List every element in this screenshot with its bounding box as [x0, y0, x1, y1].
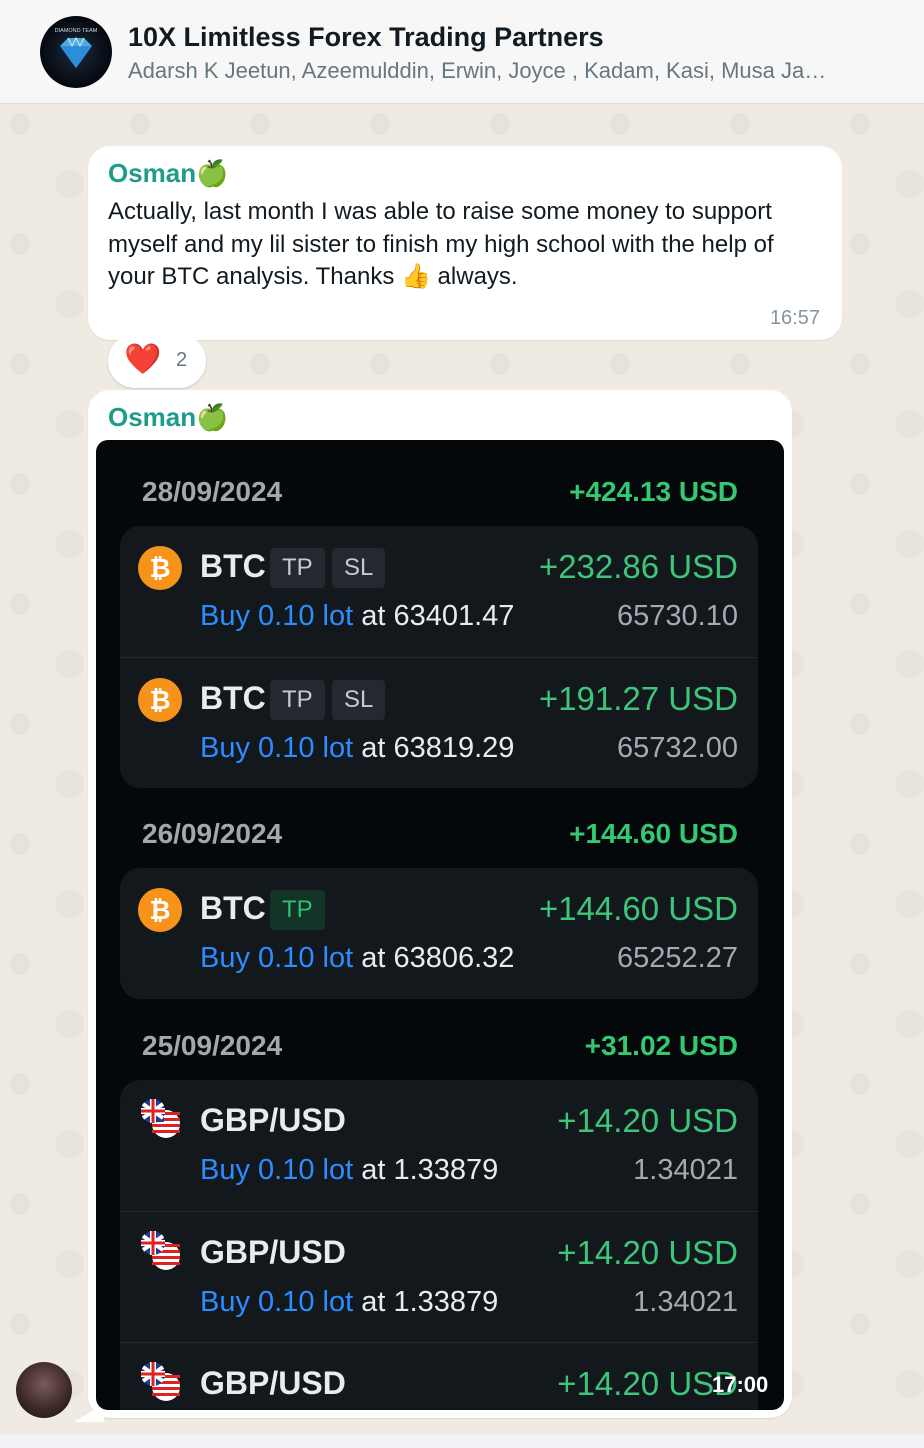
message-bubble[interactable]: Osman🍏 Actually, last month I was able t… — [88, 146, 842, 340]
trade-price: 65732.00 — [617, 732, 738, 764]
group-avatar[interactable]: DIAMOND TEAM — [40, 16, 112, 88]
message-time: 17:00 — [712, 1372, 769, 1397]
trade-card: ₿ BTC TP +144.60 USD Buy 0.10 lot at 638… — [120, 868, 758, 999]
tp-tag: TP — [270, 680, 325, 720]
sl-tag: SL — [332, 680, 386, 720]
order-entry: at 63401.47 — [361, 600, 515, 632]
trade-price: 65252.27 — [617, 942, 738, 974]
group-title: 10X Limitless Forex Trading Partners — [128, 22, 604, 52]
trade-symbol: GBP/USD — [200, 1365, 346, 1401]
bitcoin-icon: ₿ — [138, 546, 182, 590]
trade-price: 1.34021 — [633, 1154, 738, 1186]
trade-order: Buy 0.10 lot at 1.33879 — [200, 1154, 498, 1187]
trade-pnl: +14.20 USD — [557, 1365, 738, 1402]
reaction-badge[interactable]: ❤️ 2 — [108, 334, 206, 388]
sl-tag: SL — [332, 548, 386, 588]
trade-symbol: BTC — [200, 548, 266, 584]
trade-order: Buy 0.10 lot at 63806.32 — [200, 942, 514, 975]
uk-us-flag-icon — [141, 1099, 180, 1138]
trade-card: ₿ BTC TP SL +232.86 USD Buy 0.10 lot at … — [120, 526, 758, 788]
heart-icon: ❤️ — [124, 343, 162, 376]
day-total: +144.60 USD — [569, 818, 738, 849]
trade-symbol: GBP/USD — [200, 1234, 346, 1270]
order-entry: at 1.33879 — [361, 1286, 499, 1318]
sender-name[interactable]: Osman🍏 — [108, 158, 229, 189]
order-entry: at 63806.32 — [361, 942, 515, 974]
apple-icon: 🍏 — [196, 402, 229, 432]
order-side: Buy 0.10 lot — [200, 1286, 354, 1318]
order-entry: at 63819.29 — [361, 732, 515, 764]
trade-symbol: BTC — [200, 680, 266, 716]
trade-pnl: +144.60 USD — [538, 890, 738, 927]
uk-us-flag-icon — [141, 1362, 180, 1401]
trade-symbol: BTC — [200, 890, 266, 926]
order-entry: at 1.33879 — [361, 1154, 499, 1186]
trade-row: GBP/USD +14.20 USD — [120, 1342, 758, 1410]
trade-card: GBP/USD +14.20 USD Buy 0.10 lot at 1.338… — [120, 1080, 758, 1410]
trade-price: 65730.10 — [617, 600, 738, 632]
bitcoin-icon: ₿ — [138, 888, 182, 932]
reaction-count: 2 — [176, 349, 188, 371]
trade-pnl: +232.86 USD — [538, 548, 738, 585]
trade-history-image[interactable]: 28/09/2024 +424.13 USD ₿ BTC TP SL +232.… — [96, 440, 784, 1410]
trade-row: ₿ BTC TP SL +191.27 USD Buy 0.10 lot at … — [120, 657, 758, 788]
day-date: 26/09/2024 — [142, 818, 283, 849]
day-total: +424.13 USD — [569, 476, 738, 507]
footer-bar — [0, 1434, 924, 1448]
trade-pnl: +14.20 USD — [557, 1234, 738, 1271]
trade-order: Buy 0.10 lot at 63401.47 — [200, 600, 514, 633]
message-time: 16:57 — [769, 307, 820, 329]
day-header: 25/09/2024 +31.02 USD — [142, 1030, 738, 1070]
sender-avatar[interactable] — [16, 1362, 72, 1418]
trade-pnl: +191.27 USD — [538, 680, 738, 717]
order-side: Buy 0.10 lot — [200, 942, 354, 974]
bitcoin-icon: ₿ — [138, 678, 182, 722]
day-header: 28/09/2024 +424.13 USD — [142, 476, 738, 516]
order-side: Buy 0.10 lot — [200, 1154, 354, 1186]
day-total: +31.02 USD — [584, 1030, 738, 1061]
order-side: Buy 0.10 lot — [200, 600, 354, 632]
day-header: 26/09/2024 +144.60 USD — [142, 818, 738, 858]
trade-price: 1.34021 — [633, 1286, 738, 1318]
avatar-text: DIAMOND TEAM — [55, 28, 98, 34]
group-members: Adarsh K Jeetun, Azeemulddin, Erwin, Joy… — [128, 58, 827, 83]
day-date: 25/09/2024 — [142, 1030, 283, 1061]
chat-header[interactable]: DIAMOND TEAM 10X Limitless Forex Trading… — [0, 0, 924, 104]
tp-tag: TP — [270, 548, 325, 588]
trade-symbol: GBP/USD — [200, 1102, 346, 1138]
message-text: Actually, last month I was able to raise… — [108, 198, 774, 290]
trade-row: GBP/USD +14.20 USD Buy 0.10 lot at 1.338… — [120, 1080, 758, 1211]
day-date: 28/09/2024 — [142, 476, 283, 507]
trade-order: Buy 0.10 lot at 1.33879 — [200, 1286, 498, 1319]
uk-us-flag-icon — [141, 1231, 180, 1270]
tp-tag: TP — [270, 890, 325, 930]
trade-row: GBP/USD +14.20 USD Buy 0.10 lot at 1.338… — [120, 1211, 758, 1342]
trade-row: ₿ BTC TP +144.60 USD Buy 0.10 lot at 638… — [120, 868, 758, 999]
apple-icon: 🍏 — [196, 158, 229, 188]
order-side: Buy 0.10 lot — [200, 732, 354, 764]
trade-order: Buy 0.10 lot at 63819.29 — [200, 732, 514, 765]
trade-row: ₿ BTC TP SL +232.86 USD Buy 0.10 lot at … — [120, 526, 758, 657]
sender-name[interactable]: Osman🍏 — [108, 402, 229, 433]
trade-pnl: +14.20 USD — [557, 1102, 738, 1139]
